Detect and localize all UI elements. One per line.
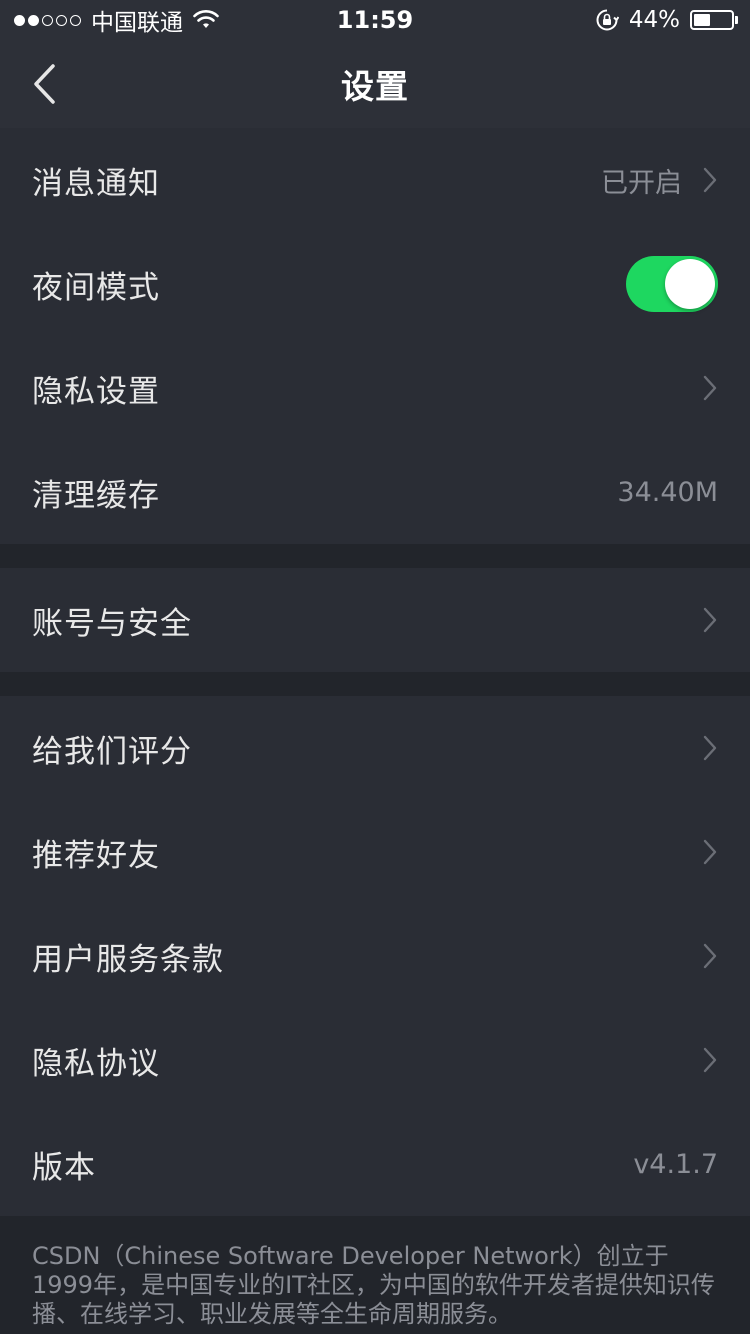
- signal-dot: [56, 14, 67, 26]
- privacy-settings-right: [702, 374, 718, 402]
- chevron-right-icon: [703, 943, 717, 969]
- cache-size: 34.40M: [617, 476, 718, 508]
- privacy-policy-row[interactable]: 隐私协议: [0, 1008, 750, 1112]
- recommend-friends-row[interactable]: 推荐好友: [0, 800, 750, 904]
- terms-label: 用户服务条款: [32, 941, 224, 978]
- clear-cache-label: 清理缓存: [32, 477, 160, 514]
- signal-dot: [70, 14, 81, 26]
- status-right: 44%: [595, 7, 738, 33]
- rotation-lock-icon: [596, 9, 619, 31]
- battery-tip: [735, 16, 738, 24]
- battery-fill: [694, 14, 710, 26]
- rate-us-row[interactable]: 给我们评分: [0, 696, 750, 800]
- recommend-friends-right: [702, 838, 718, 866]
- night-mode-toggle[interactable]: [626, 256, 718, 312]
- notification-status: 已开启: [601, 167, 682, 199]
- rate-us-right: [702, 734, 718, 762]
- signal-strength-icon: [14, 14, 81, 26]
- settings-group-general: 消息通知 已开启 夜间模式 隐私设置 清理缓存 34.40M: [0, 128, 750, 544]
- toggle-knob: [665, 259, 715, 309]
- chevron-right-icon: [703, 167, 717, 193]
- terms-row[interactable]: 用户服务条款: [0, 904, 750, 1008]
- notification-row[interactable]: 消息通知 已开启: [0, 128, 750, 232]
- chevron-right-icon: [703, 607, 717, 633]
- account-security-label: 账号与安全: [32, 605, 192, 642]
- wifi-icon: [193, 10, 219, 28]
- signal-dot: [42, 14, 53, 26]
- battery-percent: 44%: [628, 7, 680, 33]
- navigation-bar: 设置: [0, 40, 750, 128]
- chevron-right-icon: [703, 839, 717, 865]
- back-button[interactable]: [22, 58, 66, 110]
- battery-icon: [690, 10, 738, 30]
- recommend-friends-label: 推荐好友: [32, 837, 160, 874]
- rate-us-label: 给我们评分: [32, 733, 192, 770]
- settings-group-about: 给我们评分 推荐好友 用户服务条款 隐私协议 版本 v4.1.7: [0, 696, 750, 1216]
- notification-label: 消息通知: [32, 165, 160, 202]
- terms-right: [702, 942, 718, 970]
- battery-body: [690, 10, 734, 30]
- privacy-settings-row[interactable]: 隐私设置: [0, 336, 750, 440]
- chevron-right-icon: [703, 735, 717, 761]
- footer-description: CSDN（Chinese Software Developer Network）…: [32, 1242, 715, 1328]
- page-title: 设置: [341, 67, 409, 106]
- notification-right: 已开启: [601, 161, 718, 200]
- status-bar: 中国联通 11:59 44%: [0, 0, 750, 40]
- chevron-right-icon: [703, 1047, 717, 1073]
- clear-cache-row[interactable]: 清理缓存 34.40M: [0, 440, 750, 544]
- status-time: 11:59: [336, 6, 414, 34]
- chevron-left-icon: [34, 64, 55, 104]
- privacy-policy-right: [702, 1046, 718, 1074]
- privacy-settings-label: 隐私设置: [32, 373, 160, 410]
- privacy-policy-label: 隐私协议: [32, 1045, 160, 1082]
- settings-group-account: 账号与安全: [0, 568, 750, 672]
- carrier-name: 中国联通: [91, 10, 183, 36]
- status-left: 中国联通: [14, 3, 219, 37]
- signal-dot: [14, 14, 25, 26]
- night-mode-label: 夜间模式: [32, 269, 160, 306]
- account-security-row[interactable]: 账号与安全: [0, 568, 750, 672]
- signal-dot: [28, 14, 39, 26]
- chevron-right-icon: [703, 375, 717, 401]
- account-security-right: [702, 606, 718, 634]
- version-number: v4.1.7: [633, 1148, 718, 1180]
- version-row: 版本 v4.1.7: [0, 1112, 750, 1216]
- night-mode-row: 夜间模式: [0, 232, 750, 336]
- version-label: 版本: [32, 1149, 96, 1186]
